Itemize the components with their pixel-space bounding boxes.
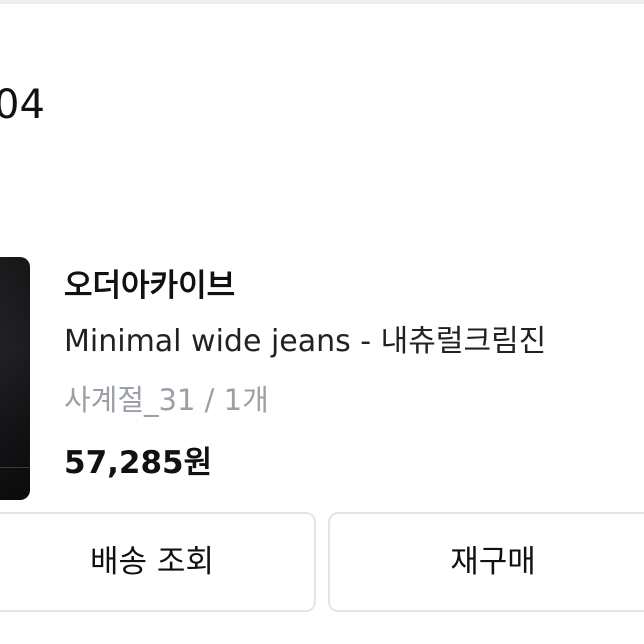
thumbnail-shade [0,257,30,500]
product-price: 57,285원 [64,445,213,481]
order-number: 04 [0,82,45,128]
track-delivery-button[interactable]: 배송 조회 [0,512,316,612]
product-thumbnail[interactable] [0,257,30,500]
top-divider [0,0,644,4]
reorder-button[interactable]: 재구매 [328,512,644,612]
brand-name[interactable]: 오더아카이브 [64,266,235,306]
product-option: 사계절_31 / 1개 [64,383,269,417]
order-detail-page: 04 오더아카이브 Minimal wide jeans - 내츄럴크림진 사계… [0,0,644,644]
product-name[interactable]: Minimal wide jeans - 내츄럴크림진 [64,322,546,362]
reorder-label: 재구매 [450,544,536,580]
track-delivery-label: 배송 조회 [90,544,214,580]
thumbnail-seam [0,467,30,468]
